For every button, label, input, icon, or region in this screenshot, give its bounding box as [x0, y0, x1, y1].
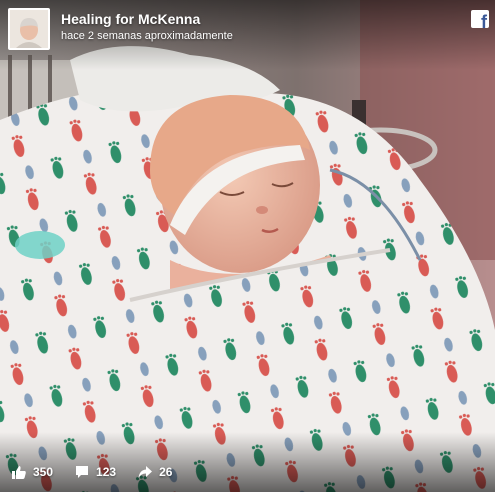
page-name-link[interactable]: Healing for McKenna [61, 11, 200, 27]
avatar-image [10, 10, 48, 48]
comment-icon [76, 466, 89, 478]
post-timestamp[interactable]: hace 2 semanas aproximadamente [61, 30, 233, 42]
facebook-icon[interactable]: f [471, 10, 489, 31]
shares-count: 26 [159, 465, 173, 479]
likes-stat[interactable]: 350 [12, 465, 53, 479]
page-avatar[interactable] [8, 8, 50, 50]
likes-count: 350 [33, 465, 54, 479]
post-photo [0, 0, 495, 492]
thumbs-up-icon [12, 466, 26, 479]
engagement-stats: 350 123 26 [12, 464, 194, 480]
comments-stat[interactable]: 123 [75, 465, 116, 479]
comments-count: 123 [96, 465, 117, 479]
footer-overlay [0, 432, 495, 492]
shares-stat[interactable]: 26 [138, 465, 172, 479]
video-post-card[interactable]: Healing for McKenna hace 2 semanas aprox… [0, 0, 495, 492]
share-icon [138, 466, 153, 478]
